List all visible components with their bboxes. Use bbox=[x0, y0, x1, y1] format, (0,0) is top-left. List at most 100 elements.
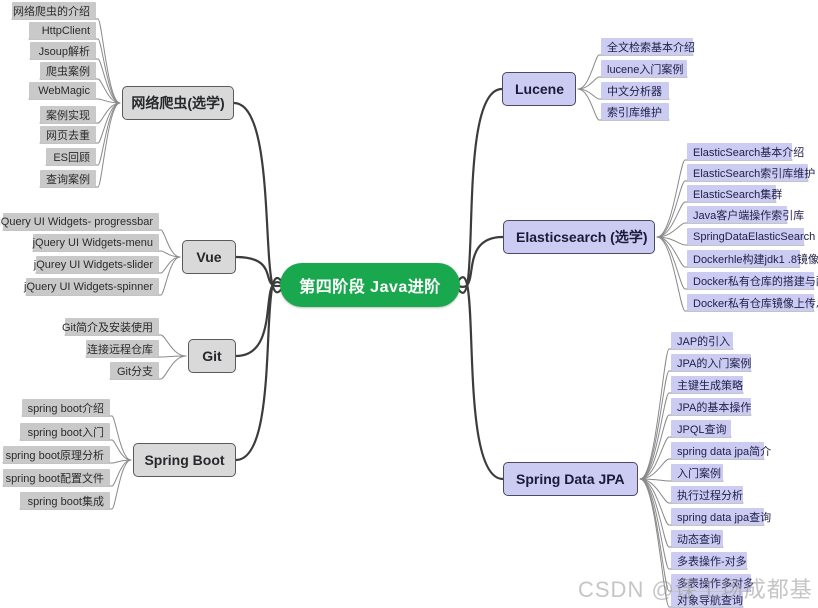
node-label: Git分支 bbox=[116, 365, 153, 378]
leaf-node-spring-data-jpa-10[interactable]: 多表操作-对多 bbox=[671, 552, 747, 569]
leaf-node-spring-data-jpa-7[interactable]: 执行过程分析 bbox=[671, 486, 743, 503]
leaf-node-web-crawler-1[interactable]: HttpClient bbox=[29, 22, 96, 39]
node-label: jQuery UI Widgets- progressbar bbox=[0, 215, 153, 228]
node-label: Docker私有仓库镜像上传总结 bbox=[693, 297, 818, 310]
node-label: 对象导航查询 bbox=[677, 594, 743, 607]
node-label: 爬虫案例 bbox=[46, 65, 90, 78]
leaf-node-spring-data-jpa-1[interactable]: JPA的入门案例 bbox=[671, 354, 751, 371]
leaf-node-web-crawler-0[interactable]: 网络爬虫的介绍 bbox=[12, 2, 96, 19]
node-label: jQuery UI Widgets-menu bbox=[32, 236, 153, 249]
node-label: 多表操作多对多 bbox=[677, 577, 754, 590]
node-label: ES回顾 bbox=[53, 151, 90, 164]
leaf-node-git-0[interactable]: Git简介及安装使用 bbox=[62, 318, 159, 335]
branch-node-vue[interactable]: Vue bbox=[182, 240, 236, 274]
leaf-node-vue-3[interactable]: jQuery UI Widgets-spinner bbox=[24, 278, 159, 295]
node-label: spring boot原理分析 bbox=[5, 449, 104, 462]
node-label: Dockerhle构建jdk1 .8镜像 bbox=[693, 253, 818, 266]
node-label: 查询案例 bbox=[46, 173, 90, 186]
node-label: Java客户端操作索引库 bbox=[693, 209, 805, 222]
node-label: JPA的入门案例 bbox=[677, 357, 752, 370]
mindmap-canvas: 第四阶段 Java进阶 网络爬虫(选学) 网络爬虫的介绍 HttpClient Jsou… bbox=[0, 0, 818, 608]
leaf-node-elasticsearch-3[interactable]: Java客户端操作索引库 bbox=[687, 206, 804, 223]
node-label: 多表操作-对多 bbox=[677, 555, 747, 568]
node-label: Spring Boot bbox=[144, 452, 225, 468]
node-label: spring boot介绍 bbox=[27, 402, 104, 415]
leaf-node-elasticsearch-2[interactable]: ElasticSearch集群 bbox=[687, 185, 782, 202]
leaf-node-web-crawler-5[interactable]: 案例实现 bbox=[40, 106, 96, 123]
node-label: 动态查询 bbox=[677, 533, 721, 546]
leaf-node-web-crawler-6[interactable]: 网页去重 bbox=[40, 126, 96, 143]
node-label: 执行过程分析 bbox=[677, 489, 743, 502]
root-node[interactable]: 第四阶段 Java进阶 bbox=[280, 263, 460, 307]
node-label: JPQL查询 bbox=[677, 423, 727, 436]
leaf-node-spring-data-jpa-0[interactable]: JAP的引入 bbox=[671, 332, 733, 349]
leaf-node-spring-data-jpa-5[interactable]: spring data jpa简介 bbox=[671, 442, 771, 459]
leaf-node-web-crawler-7[interactable]: ES回顾 bbox=[46, 148, 96, 165]
node-label: 入门案例 bbox=[677, 467, 721, 480]
node-label: Vue bbox=[196, 249, 222, 265]
node-label: spring boot配置文件 bbox=[5, 472, 104, 485]
leaf-node-web-crawler-4[interactable]: WebMagic bbox=[29, 82, 96, 99]
leaf-node-spring-boot-4[interactable]: spring boot集成 bbox=[20, 492, 110, 509]
leaf-node-elasticsearch-4[interactable]: SpringDataElasticSearch bbox=[687, 228, 815, 245]
leaf-node-lucene-1[interactable]: lucene入门案例 bbox=[601, 60, 687, 77]
node-label: spring boot入门 bbox=[27, 426, 104, 439]
leaf-node-spring-boot-1[interactable]: spring boot入门 bbox=[20, 423, 110, 440]
node-label: spring boot集成 bbox=[27, 495, 104, 508]
node-label: 中文分析器 bbox=[607, 85, 662, 98]
node-label: jQurey UI Widgets-slider bbox=[33, 258, 153, 271]
node-label: Lucene bbox=[515, 81, 565, 97]
leaf-node-web-crawler-8[interactable]: 查询案例 bbox=[40, 170, 96, 187]
node-label: 主键生成策略 bbox=[677, 379, 743, 392]
leaf-node-lucene-2[interactable]: 中文分析器 bbox=[601, 82, 669, 99]
leaf-node-git-1[interactable]: 连接远程仓库 bbox=[86, 340, 159, 357]
node-label: WebMagic bbox=[38, 84, 90, 97]
leaf-node-vue-1[interactable]: jQuery UI Widgets-menu bbox=[33, 234, 159, 251]
leaf-node-spring-data-jpa-8[interactable]: spring data jpa查询 bbox=[671, 508, 771, 525]
leaf-node-spring-data-jpa-12[interactable]: 对象导航查询 bbox=[671, 592, 743, 607]
leaf-node-elasticsearch-5[interactable]: Dockerhle构建jdk1 .8镜像 bbox=[687, 250, 818, 267]
branch-node-elasticsearch[interactable]: Elasticsearch (选学) bbox=[503, 220, 655, 254]
node-label: JAP的引入 bbox=[677, 335, 731, 348]
leaf-node-elasticsearch-0[interactable]: ElasticSearch基本介绍 bbox=[687, 143, 804, 160]
leaf-node-lucene-0[interactable]: 全文检索基本介绍 bbox=[601, 38, 695, 55]
leaf-node-spring-data-jpa-2[interactable]: 主键生成策略 bbox=[671, 376, 743, 393]
leaf-node-spring-boot-2[interactable]: spring boot原理分析 bbox=[3, 446, 110, 463]
branch-node-web-crawler[interactable]: 网络爬虫(选学) bbox=[122, 86, 234, 120]
leaf-node-vue-0[interactable]: jQuery UI Widgets- progressbar bbox=[0, 213, 159, 230]
leaf-node-spring-boot-3[interactable]: spring boot配置文件 bbox=[3, 469, 110, 486]
node-label: Spring Data JPA bbox=[516, 471, 625, 487]
node-label: 网页去重 bbox=[46, 129, 90, 142]
branch-node-lucene[interactable]: Lucene bbox=[502, 72, 576, 106]
node-label: spring data jpa查询 bbox=[677, 511, 772, 524]
node-label: 网络爬虫的介绍 bbox=[13, 5, 90, 18]
node-label: 索引库维护 bbox=[607, 106, 662, 119]
leaf-node-elasticsearch-1[interactable]: ElasticSearch索引库维护 bbox=[687, 164, 815, 181]
leaf-node-elasticsearch-7[interactable]: Docker私有仓库镜像上传总结 bbox=[687, 294, 818, 311]
leaf-node-vue-2[interactable]: jQurey UI Widgets-slider bbox=[33, 256, 159, 273]
leaf-node-spring-data-jpa-6[interactable]: 入门案例 bbox=[671, 464, 723, 481]
leaf-node-web-crawler-2[interactable]: Jsoup解析 bbox=[30, 42, 96, 59]
node-label: Git bbox=[202, 348, 222, 364]
leaf-node-elasticsearch-6[interactable]: Docker私有仓库的搭建与配置 bbox=[687, 272, 818, 289]
node-label: ElasticSearch基本介绍 bbox=[693, 146, 805, 159]
node-label: 连接远程仓库 bbox=[87, 343, 153, 356]
branch-node-spring-boot[interactable]: Spring Boot bbox=[133, 443, 236, 477]
leaf-node-spring-data-jpa-9[interactable]: 动态查询 bbox=[671, 530, 723, 547]
node-label: JPA的基本操作 bbox=[677, 401, 752, 414]
branch-node-git[interactable]: Git bbox=[188, 339, 236, 373]
node-label: SpringDataElasticSearch bbox=[693, 230, 816, 243]
node-label: Jsoup解析 bbox=[38, 45, 90, 58]
leaf-node-spring-data-jpa-3[interactable]: JPA的基本操作 bbox=[671, 398, 751, 415]
leaf-node-spring-data-jpa-11[interactable]: 多表操作多对多 bbox=[671, 574, 754, 591]
branch-node-spring-data-jpa[interactable]: Spring Data JPA bbox=[503, 462, 638, 496]
node-label: ElasticSearch集群 bbox=[693, 188, 783, 201]
leaf-node-lucene-3[interactable]: 索引库维护 bbox=[601, 103, 669, 120]
leaf-node-web-crawler-3[interactable]: 爬虫案例 bbox=[40, 62, 96, 79]
node-label: ElasticSearch索引库维护 bbox=[693, 167, 816, 180]
leaf-node-spring-data-jpa-4[interactable]: JPQL查询 bbox=[671, 420, 731, 437]
node-label: HttpClient bbox=[41, 24, 90, 37]
node-label: 网络爬虫(选学) bbox=[131, 95, 225, 111]
leaf-node-git-2[interactable]: Git分支 bbox=[110, 362, 159, 379]
leaf-node-spring-boot-0[interactable]: spring boot介绍 bbox=[22, 399, 110, 416]
